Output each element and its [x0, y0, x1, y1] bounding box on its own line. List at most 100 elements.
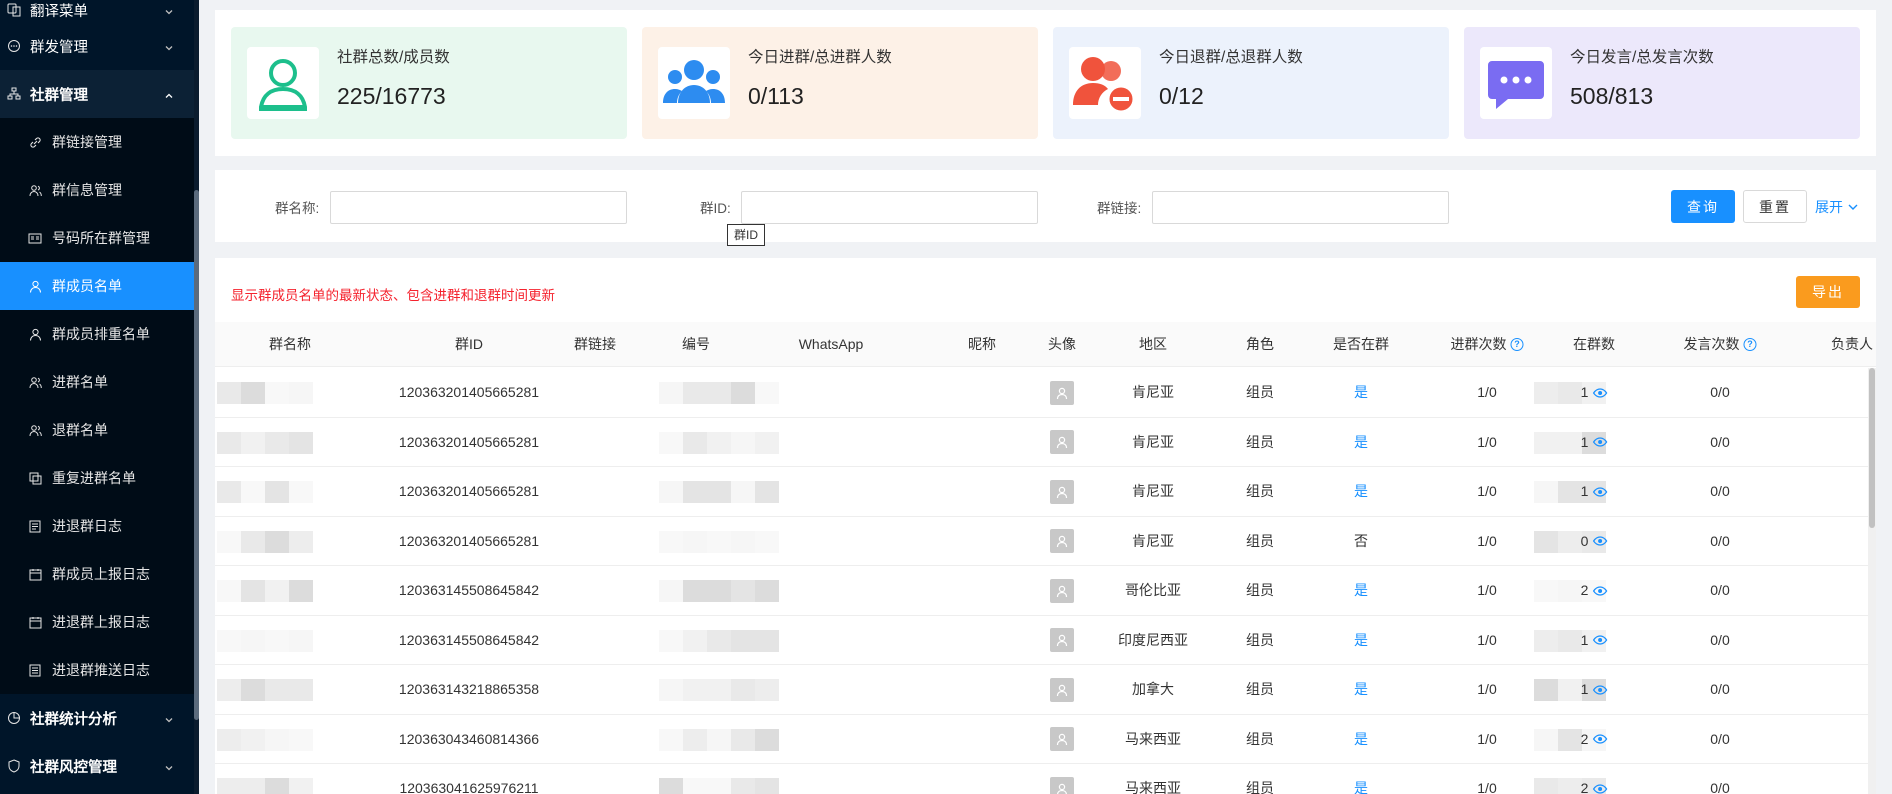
sidebar-item[interactable]: 群成员排重名单	[0, 310, 194, 358]
sidebar-menu-label: 社群风控管理	[30, 759, 117, 776]
export-button[interactable]: 导出	[1796, 276, 1860, 308]
chevron-down-icon	[164, 713, 174, 723]
avatar-icon	[1050, 727, 1074, 751]
table-row[interactable]: 120363145508645842 印度尼西亚 组员 是 1/0 1 0/0	[215, 616, 1876, 665]
redacted-cell	[217, 580, 335, 602]
region-cell: 马来西亚	[1125, 730, 1181, 747]
column-header: 昵称	[968, 322, 996, 367]
in-group-cell[interactable]: 是	[1354, 715, 1368, 764]
sidebar-menu-mass-send[interactable]: 群发管理	[0, 22, 194, 70]
eye-icon[interactable]	[1592, 585, 1608, 596]
column-header-label: 角色	[1246, 336, 1274, 352]
table-scrollbar-thumb[interactable]	[1869, 368, 1875, 528]
sidebar-item[interactable]: 进退群上报日志	[0, 598, 194, 646]
reset-button[interactable]: 重置	[1743, 190, 1807, 223]
in-group-cell[interactable]: 是	[1354, 467, 1368, 516]
user-icon	[28, 327, 42, 341]
sidebar-item[interactable]: 号码所在群管理	[0, 214, 194, 262]
table-row[interactable]: 120363201405665281 肯尼亚 组员 是 1/0 1 0/0	[215, 418, 1876, 467]
table-scrollbar[interactable]	[1868, 368, 1876, 794]
region-cell: 哥伦比亚	[1125, 582, 1181, 598]
group-id-cell: 120363201405665281	[398, 384, 540, 400]
eye-icon[interactable]	[1592, 437, 1608, 447]
column-header-label: 地区	[1139, 336, 1167, 352]
filter-panel: 群名称: 群ID: 群ID 群链接: 查询 重置 展开	[215, 170, 1876, 246]
column-header: 头像	[1048, 322, 1076, 367]
column-header: 群链接	[574, 322, 616, 367]
help-icon[interactable]: ?	[1510, 338, 1524, 351]
in-group-cell[interactable]: 是	[1354, 764, 1368, 794]
sidebar-item[interactable]: 进退群推送日志	[0, 646, 194, 694]
eye-icon[interactable]	[1592, 387, 1608, 398]
sidebar-menu-risk[interactable]: 社群风控管理	[0, 742, 194, 790]
sidebar-menu-translate[interactable]: 翻译菜单	[0, 0, 194, 22]
role-cell: 组员	[1246, 483, 1274, 499]
eye-icon[interactable]	[1592, 536, 1608, 546]
group-id-cell: 120363041625976211	[399, 780, 539, 794]
avatar-cell	[1050, 764, 1074, 794]
column-header-label: 进群次数	[1450, 336, 1507, 352]
column-header: 发言次数?	[1684, 322, 1757, 367]
sidebar-item[interactable]: 群链接管理	[0, 118, 194, 166]
sidebar-item[interactable]: 进退群日志	[0, 502, 194, 550]
group-count-value: 2	[1580, 780, 1589, 794]
column-header: 是否在群	[1333, 322, 1389, 367]
sidebar-menu-stats[interactable]: 社群统计分析	[0, 694, 194, 742]
eye-icon[interactable]	[1592, 783, 1608, 794]
table-panel: 显示群成员名单的最新状态、包含进群和退群时间更新 导出 群名称 群ID 群链接 编号 W…	[215, 258, 1876, 794]
chevron-down-icon	[164, 41, 174, 51]
sidebar-item[interactable]: 进群名单	[0, 358, 194, 406]
eye-icon[interactable]	[1592, 684, 1608, 695]
table-row[interactable]: 120363145508645842 哥伦比亚 组员 是 1/0 2 0/0	[215, 566, 1876, 616]
in-group-cell[interactable]: 是	[1354, 616, 1368, 665]
table-row[interactable]: 120363201405665281 肯尼亚 组员 否 1/0 0 0/0	[215, 517, 1876, 566]
user-remove-icon	[1069, 47, 1141, 119]
table-row[interactable]: 120363201405665281 肯尼亚 组员 是 1/0 1 0/0	[215, 368, 1876, 418]
redacted-cell	[659, 431, 779, 454]
chevron-up-icon	[164, 89, 174, 99]
group-link-input[interactable]	[1152, 191, 1449, 224]
stat-label: 今日发言/总发言次数	[1570, 49, 1714, 66]
group-name-input[interactable]	[330, 191, 627, 224]
expand-label: 展开	[1815, 199, 1843, 215]
sidebar-item[interactable]: 群成员名单	[0, 262, 194, 310]
avatar-cell	[1050, 467, 1074, 516]
chevron-down-icon	[164, 761, 174, 771]
in-group-cell[interactable]: 是	[1354, 418, 1368, 467]
expand-button[interactable]: 展开	[1815, 197, 1859, 217]
sidebar-item[interactable]: 退群名单	[0, 406, 194, 454]
avatar-icon	[1050, 628, 1074, 652]
avatar-cell	[1050, 418, 1074, 467]
sidebar-item[interactable]: 重复进群名单	[0, 454, 194, 502]
help-icon[interactable]: ?	[1743, 338, 1757, 351]
eye-icon[interactable]	[1592, 734, 1608, 744]
query-button[interactable]: 查询	[1671, 190, 1735, 223]
in-group-cell[interactable]: 是	[1354, 368, 1368, 417]
sidebar-item[interactable]: 群信息管理	[0, 166, 194, 214]
role-cell: 组员	[1246, 532, 1274, 549]
eye-icon[interactable]	[1592, 486, 1608, 497]
table-row[interactable]: 120363201405665281 肯尼亚 组员 是 1/0 1 0/0	[215, 467, 1876, 517]
avatar-icon	[1050, 578, 1074, 603]
column-header-label: 负责人	[1831, 336, 1873, 352]
avatar-icon	[1050, 479, 1074, 504]
sidebar-item[interactable]: 群成员上报日志	[0, 550, 194, 598]
table-row[interactable]: 120363041625976211 马来西亚 组员 是 1/0 2 0/0	[215, 764, 1876, 794]
redacted-cell	[659, 778, 779, 794]
group-count-cell: 1	[1581, 418, 1608, 467]
redacted-cell	[659, 530, 779, 553]
region-cell: 肯尼亚	[1132, 532, 1174, 549]
stat-value: 225/16773	[337, 83, 446, 109]
in-group-cell[interactable]: 是	[1354, 665, 1368, 714]
table-row[interactable]: 120363043460814366 马来西亚 组员 是 1/0 2 0/0	[215, 715, 1876, 764]
column-header: 负责人	[1831, 322, 1873, 367]
sidebar-menu-community[interactable]: 社群管理	[0, 70, 194, 118]
eye-icon[interactable]	[1592, 635, 1608, 645]
group-id-cell: 120363143218865358	[398, 681, 540, 697]
table-row[interactable]: 120363143218865358 加拿大 组员 是 1/0 1 0/0	[215, 665, 1876, 715]
redacted-cell	[659, 382, 779, 404]
group-id-input[interactable]	[741, 191, 1038, 224]
join-count-cell: 1/0	[1477, 730, 1497, 747]
sidebar-item-label: 群信息管理	[52, 182, 122, 198]
in-group-cell[interactable]: 是	[1354, 566, 1368, 615]
